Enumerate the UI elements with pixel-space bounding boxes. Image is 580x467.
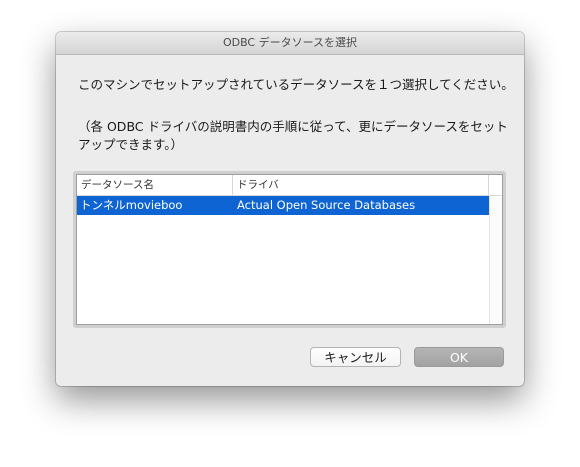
scrollbar-track[interactable] [489, 196, 502, 324]
row-driver: Actual Open Source Databases [237, 198, 416, 212]
data-source-table: データソース名 ドライバ トンネルmovieboo Actual Open So… [73, 171, 506, 328]
cancel-button[interactable]: キャンセル [310, 347, 401, 367]
data-source-table-inner: データソース名 ドライバ トンネルmovieboo Actual Open So… [76, 174, 503, 325]
ok-button[interactable]: OK [414, 347, 504, 367]
column-header-data-source-name[interactable]: データソース名 [77, 175, 233, 195]
instruction-text: このマシンでセットアップされているデータソースを１つ選択してください。 [78, 77, 514, 92]
odbc-select-dialog: ODBC データソースを選択 このマシンでセットアップされているデータソースを１… [56, 32, 524, 386]
table-row[interactable]: トンネルmovieboo Actual Open Source Database… [77, 196, 489, 215]
column-header-driver[interactable]: ドライバ [233, 175, 489, 195]
help-text: （各 ODBC ドライバの説明書内の手順に従って、更にデータソースをセットアップ… [78, 119, 508, 152]
table-header: データソース名 ドライバ [77, 175, 502, 196]
row-data-source-name: トンネルmovieboo [80, 198, 183, 212]
dialog-title: ODBC データソースを選択 [56, 32, 524, 55]
